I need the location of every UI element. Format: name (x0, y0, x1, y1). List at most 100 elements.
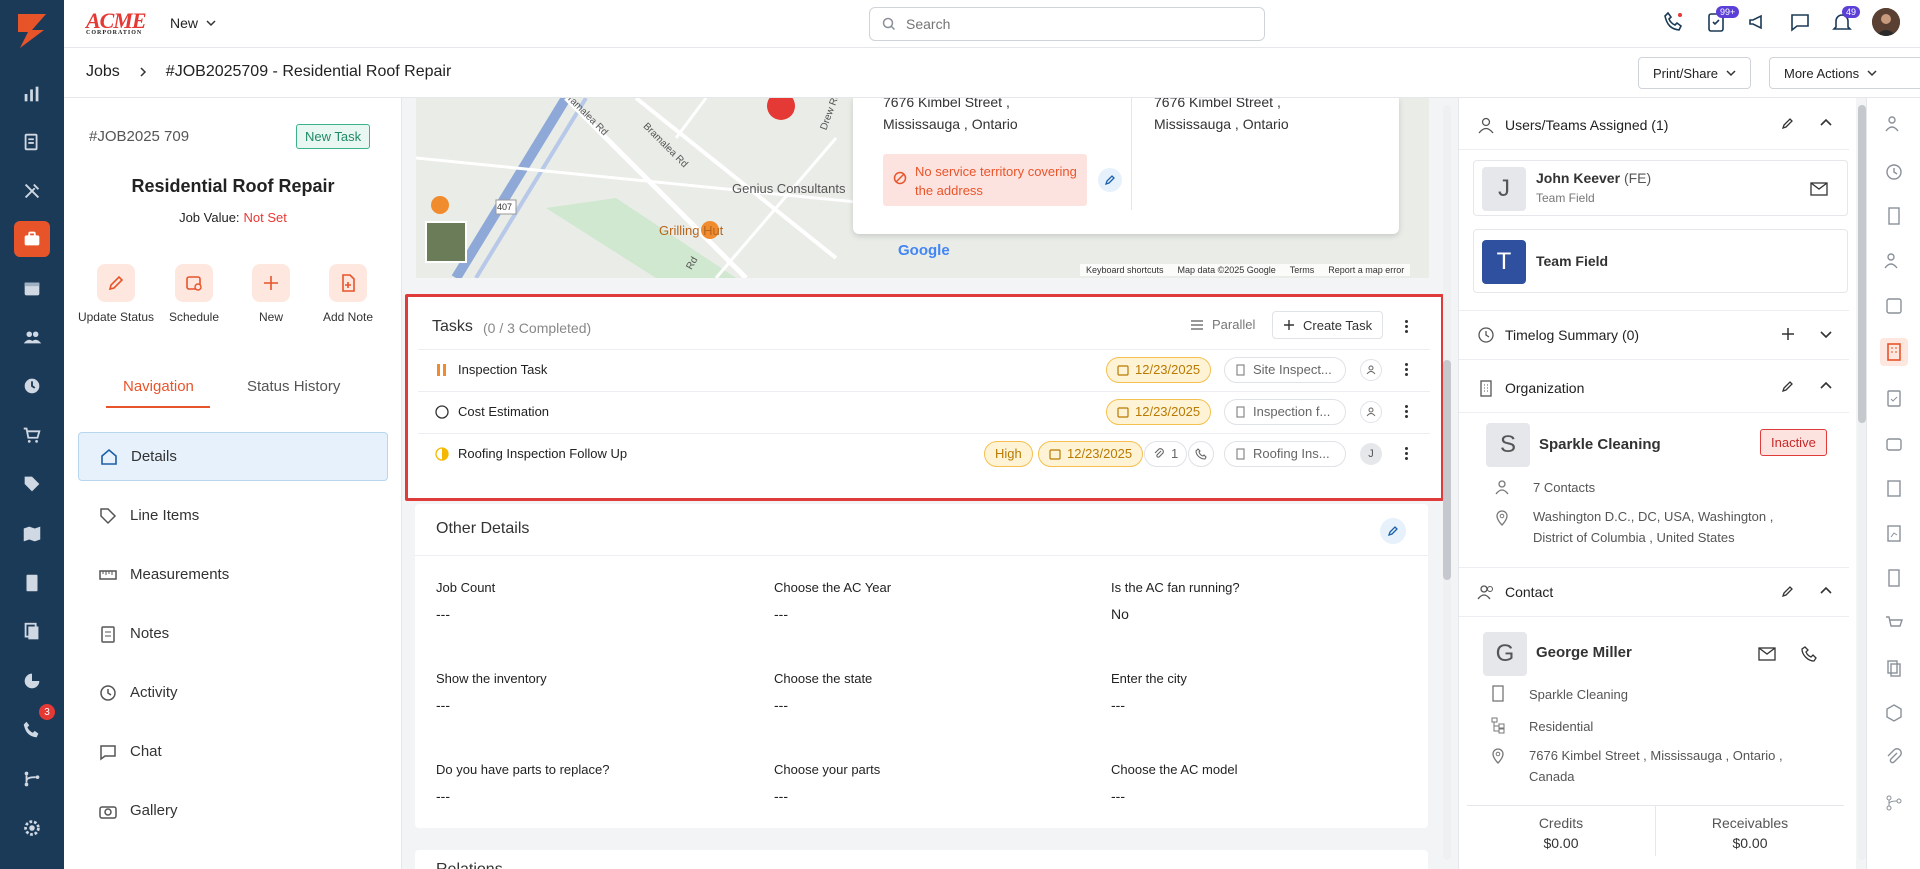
assignee-avatar[interactable]: J (1360, 442, 1382, 465)
documents-icon[interactable] (14, 124, 50, 160)
new-dropdown[interactable]: New (170, 15, 216, 31)
user-avatar[interactable] (1872, 8, 1900, 36)
assigned-team-card[interactable]: T Team Field (1473, 229, 1848, 293)
clock-icon[interactable] (14, 368, 50, 404)
tasks-menu-icon[interactable] (1400, 320, 1412, 333)
schedule-button[interactable]: Schedule (154, 264, 234, 324)
package-icon[interactable] (1884, 703, 1904, 723)
call-icon[interactable] (1188, 440, 1214, 467)
chevron-up-icon[interactable] (1819, 116, 1833, 130)
task-reference-chip[interactable]: Inspection f... (1224, 398, 1346, 425)
dashboard-icon[interactable] (14, 76, 50, 112)
task-date-chip[interactable]: 12/23/2025 (1038, 440, 1144, 467)
task-date-chip[interactable]: 12/23/2025 (1106, 398, 1212, 425)
print-share-button[interactable]: Print/Share (1638, 57, 1752, 89)
timelog-header[interactable]: Timelog Summary (0) (1459, 310, 1849, 360)
org-contacts-count[interactable]: 7 Contacts (1533, 480, 1595, 495)
pencil-icon[interactable] (1781, 116, 1795, 130)
plus-icon[interactable] (1781, 327, 1795, 341)
bell-icon[interactable]: 49 (1830, 6, 1861, 34)
update-status-button[interactable]: Update Status (76, 264, 156, 324)
pencil-icon[interactable] (1781, 379, 1795, 393)
chevron-up-icon[interactable] (1819, 379, 1833, 393)
nav-item-activity[interactable]: Activity (78, 668, 388, 717)
building-icon[interactable] (1884, 206, 1904, 226)
email-icon[interactable] (1758, 647, 1776, 661)
new-button[interactable]: New (231, 264, 311, 324)
brand-logo[interactable]: ACME CORPORATION (86, 8, 147, 36)
edit-other-details-button[interactable] (1380, 518, 1406, 544)
copy-icon[interactable] (1884, 658, 1904, 678)
chart-document-icon[interactable] (1884, 523, 1904, 543)
task-menu-icon[interactable] (1400, 363, 1412, 376)
calendar-icon[interactable] (14, 270, 50, 306)
nav-item-line-items[interactable]: Line Items (78, 491, 388, 540)
chevron-up-icon[interactable] (1819, 584, 1833, 598)
clipboard-check-icon[interactable] (1884, 388, 1904, 408)
create-task-button[interactable]: Create Task (1272, 311, 1384, 339)
add-note-button[interactable]: Add Note (308, 264, 388, 324)
briefcase-icon[interactable] (1884, 433, 1904, 453)
nav-item-measurements[interactable]: Measurements (78, 550, 388, 599)
contact-card-icon[interactable] (1884, 296, 1904, 316)
org-name[interactable]: Sparkle Cleaning (1539, 436, 1661, 453)
pencil-icon[interactable] (1781, 584, 1795, 598)
edit-address-button[interactable] (1098, 168, 1122, 192)
phone-alert-icon[interactable] (1662, 10, 1686, 34)
phone-icon[interactable] (1801, 646, 1817, 662)
task-date-chip[interactable]: 12/23/2025 (1106, 356, 1212, 383)
more-actions-button[interactable]: More Actions (1769, 57, 1920, 89)
task-menu-icon[interactable] (1400, 447, 1412, 460)
copy-icon[interactable] (14, 614, 50, 650)
right-panel-scrollbar[interactable] (1858, 105, 1866, 860)
assign-user-icon[interactable] (1360, 400, 1382, 423)
email-icon[interactable] (1810, 182, 1828, 196)
chat-icon[interactable] (1788, 10, 1812, 34)
main-scrollbar[interactable] (1443, 105, 1451, 860)
cart-icon[interactable] (1884, 613, 1904, 633)
task-name[interactable]: Roofing Inspection Follow Up (458, 446, 627, 461)
history-icon[interactable] (1884, 162, 1904, 182)
settings-icon[interactable] (14, 810, 50, 846)
workflow-icon[interactable] (14, 761, 50, 797)
jobs-icon[interactable] (14, 221, 50, 257)
task-reference-chip[interactable]: Site Inspect... (1224, 356, 1346, 383)
nav-item-notes[interactable]: Notes (78, 609, 388, 658)
task-row[interactable]: Inspection Task 12/23/2025 Site Inspect.… (418, 349, 1430, 389)
nav-item-chat[interactable]: Chat (78, 727, 388, 776)
assigned-user-card[interactable]: J John Keever (FE) Team Field (1473, 160, 1848, 216)
priority-chip[interactable]: High (984, 440, 1033, 467)
chevron-down-icon[interactable] (1819, 327, 1833, 341)
search-box[interactable] (869, 7, 1265, 41)
contact-company[interactable]: Sparkle Cleaning (1529, 687, 1628, 702)
task-name[interactable]: Cost Estimation (458, 404, 549, 419)
users-icon[interactable] (1884, 251, 1904, 271)
cart-icon[interactable] (14, 417, 50, 453)
tag-icon[interactable] (14, 466, 50, 502)
parallel-toggle[interactable]: Parallel (1190, 317, 1255, 332)
workflow-icon[interactable] (1884, 793, 1904, 813)
tools-icon[interactable] (14, 173, 50, 209)
megaphone-icon[interactable] (1746, 10, 1770, 34)
tab-navigation[interactable]: Navigation (123, 378, 194, 395)
assign-user-icon[interactable] (1360, 358, 1382, 381)
map-icon[interactable] (14, 516, 50, 552)
task-name[interactable]: Inspection Task (458, 362, 547, 377)
organization-icon[interactable] (1880, 338, 1908, 366)
customers-icon[interactable] (14, 319, 50, 355)
search-input[interactable] (906, 16, 1236, 32)
nav-item-details[interactable]: Details (78, 432, 388, 481)
nav-item-gallery[interactable]: Gallery (78, 786, 388, 835)
invoice-icon[interactable] (1884, 568, 1904, 588)
reports-icon[interactable] (14, 663, 50, 699)
contact-name[interactable]: George Miller (1536, 644, 1632, 661)
task-reference-chip[interactable]: Roofing Ins... (1224, 440, 1346, 467)
tasks-icon[interactable]: 99+ (1704, 6, 1740, 34)
user-settings-icon[interactable] (1884, 114, 1904, 134)
attachment-chip[interactable]: 1 (1144, 440, 1188, 467)
tab-status-history[interactable]: Status History (247, 378, 340, 395)
invoice-icon[interactable] (14, 565, 50, 601)
task-row[interactable]: Roofing Inspection Follow Up High 12/23/… (418, 433, 1430, 473)
task-menu-icon[interactable] (1400, 405, 1412, 418)
estimate-icon[interactable] (1884, 478, 1904, 498)
